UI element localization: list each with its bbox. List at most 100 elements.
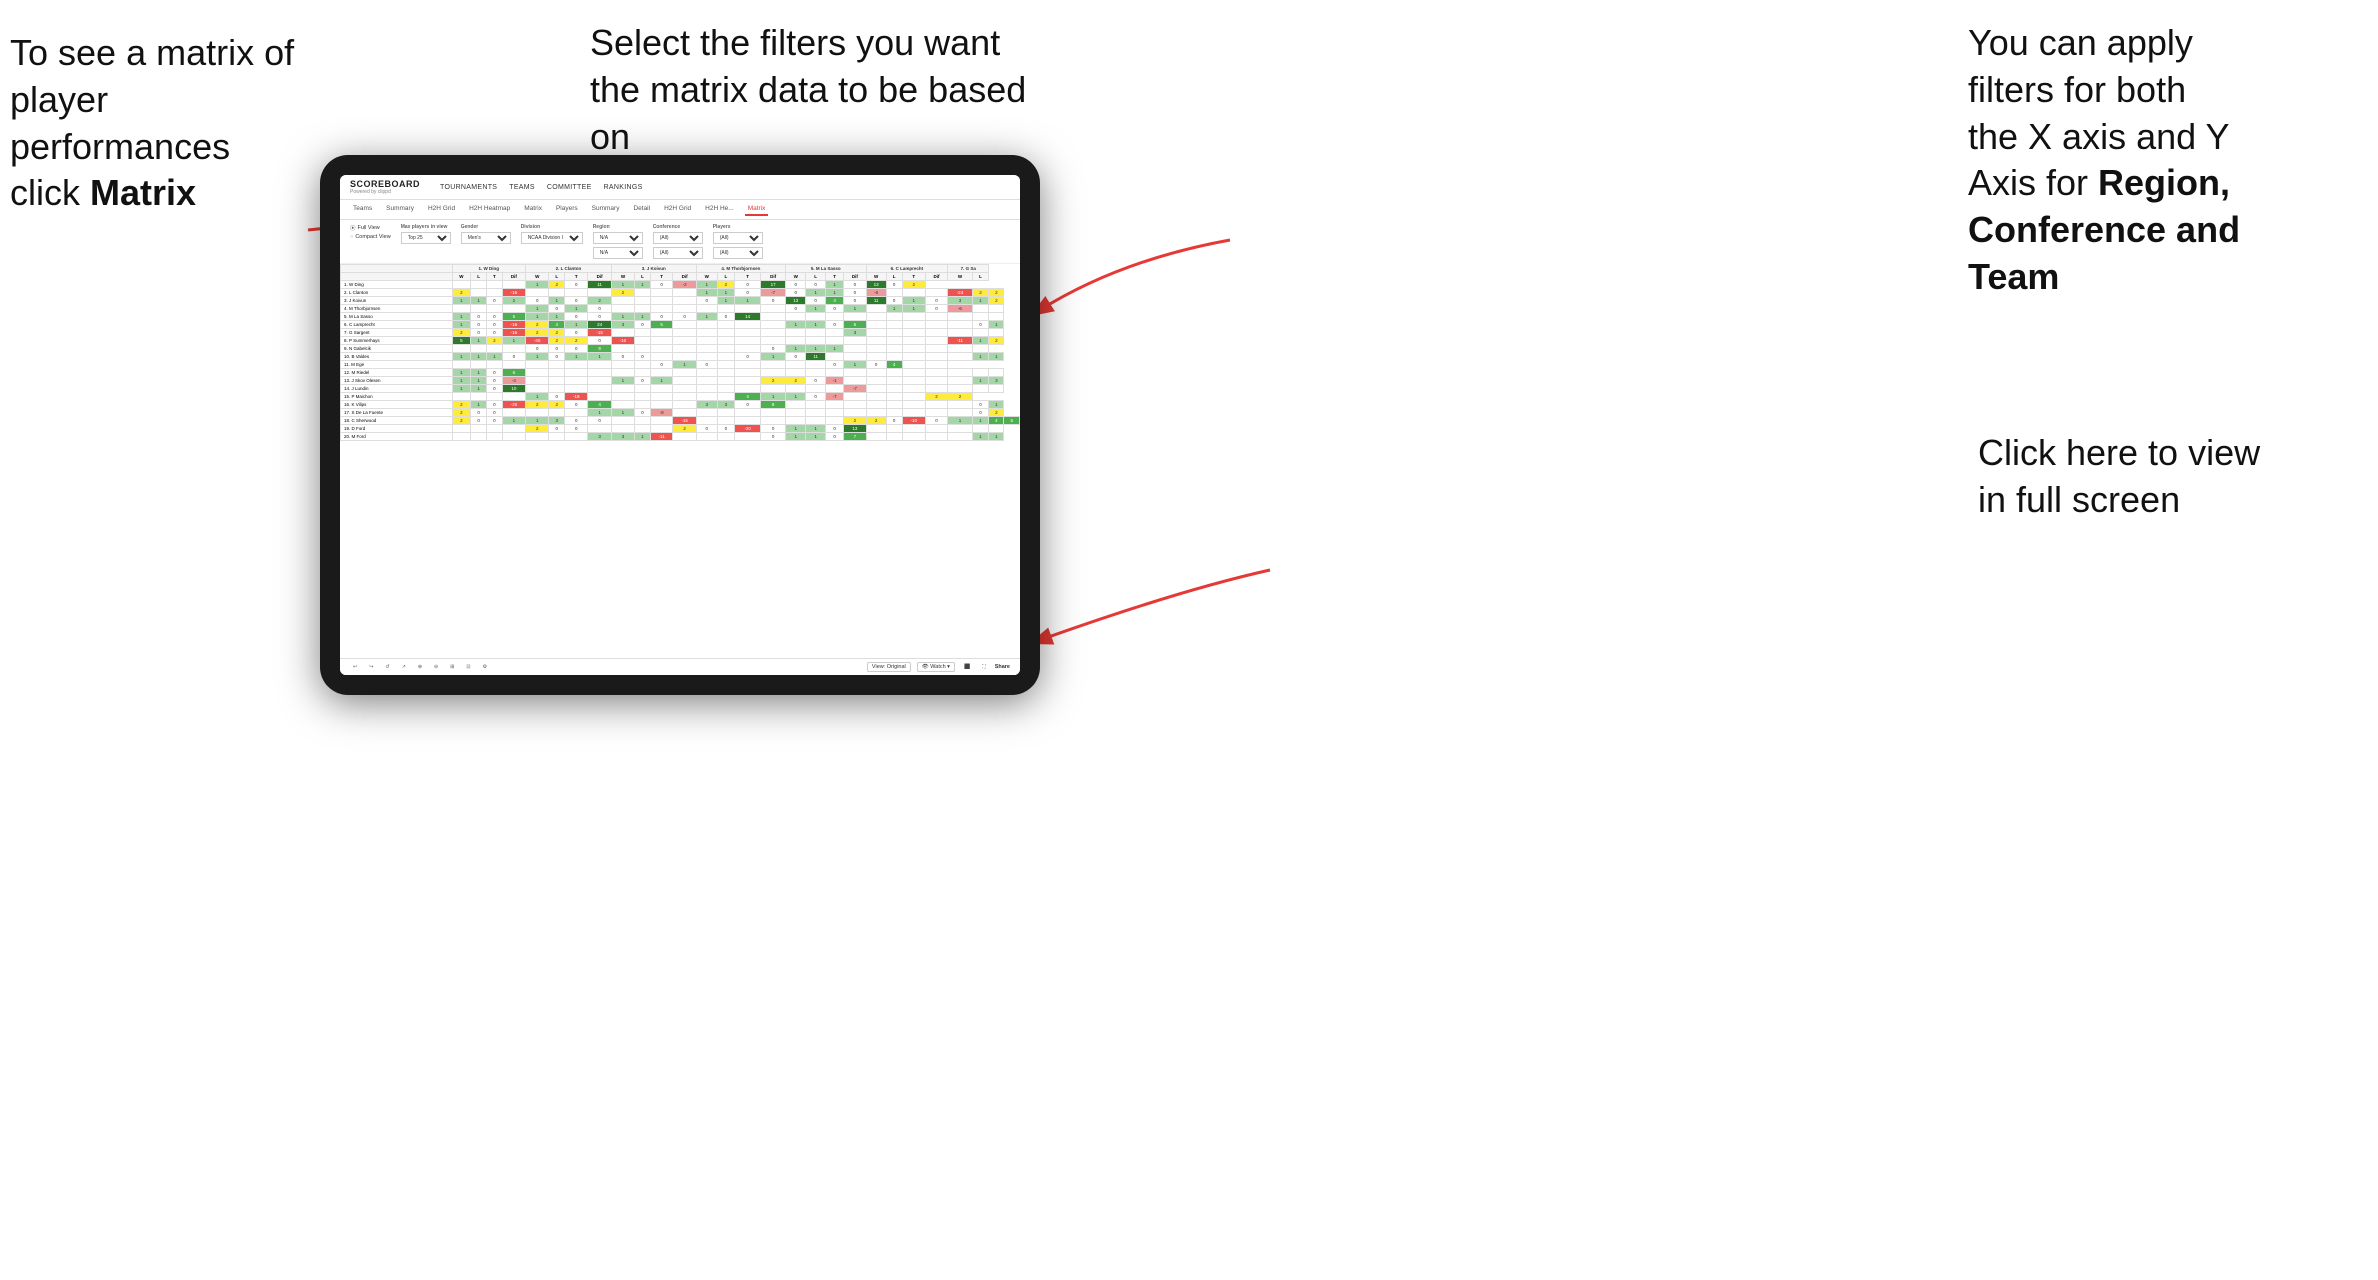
- settings-btn[interactable]: ⚙: [480, 663, 490, 671]
- matrix-cell: [611, 305, 634, 313]
- matrix-cell: [673, 329, 696, 337]
- table-row: 10. B Valdes11101011000101111: [341, 353, 1020, 361]
- matrix-cell: [825, 417, 843, 425]
- matrix-cell: 0: [635, 321, 651, 329]
- matrix-cell: [611, 361, 634, 369]
- zoom-out-btn[interactable]: ⊖: [431, 663, 441, 671]
- matrix-cell: 1: [549, 297, 565, 305]
- matrix-cell: [866, 321, 886, 329]
- matrix-cell: 0: [486, 417, 502, 425]
- fit-btn[interactable]: ⊞: [447, 663, 457, 671]
- view-original-btn[interactable]: View: Original: [867, 662, 911, 672]
- matrix-cell: -25: [502, 401, 525, 409]
- tab-teams[interactable]: Teams: [350, 203, 375, 216]
- table-row: 6. C Lamprecht100-1624124305110601: [341, 321, 1020, 329]
- watch-btn[interactable]: 👁 Watch ▾: [917, 662, 955, 672]
- matrix-cell: 1: [471, 385, 487, 393]
- tab-matrix[interactable]: Matrix: [521, 203, 545, 216]
- matrix-cell: [902, 345, 925, 353]
- tab-matrix-active[interactable]: Matrix: [745, 203, 769, 216]
- matrix-cell: [471, 425, 487, 433]
- matrix-cell: -19: [565, 393, 588, 401]
- matrix-cell: [471, 345, 487, 353]
- wlt-w7: W: [948, 273, 973, 281]
- region-select-1[interactable]: N/A: [593, 232, 643, 244]
- division-select[interactable]: NCAA Division I: [521, 232, 583, 244]
- matrix-cell: 0: [471, 417, 487, 425]
- redo-btn[interactable]: ↪: [366, 663, 376, 671]
- wlt-name-header: [341, 273, 453, 281]
- nav-teams[interactable]: TEAMS: [509, 184, 535, 191]
- matrix-cell: [948, 329, 973, 337]
- compact-view-label[interactable]: Compact View: [355, 234, 390, 240]
- matrix-cell: 13: [866, 281, 886, 289]
- matrix-cell: [925, 385, 947, 393]
- region-select-2[interactable]: N/A: [593, 247, 643, 259]
- nav-tournaments[interactable]: TOURNAMENTS: [440, 184, 497, 191]
- matrix-cell: [673, 409, 696, 417]
- matrix-cell: [635, 425, 651, 433]
- matrix-cell: 0: [761, 433, 786, 441]
- matrix-cell: [902, 361, 925, 369]
- share-btn[interactable]: Share: [995, 664, 1010, 670]
- matrix-cell: 1: [588, 409, 611, 417]
- matrix-cell: 0: [761, 297, 786, 305]
- nav-rankings[interactable]: RANKINGS: [604, 184, 643, 191]
- matrix-cell: 1: [452, 353, 471, 361]
- matrix-cell: [611, 417, 634, 425]
- player-name-cell: 20. M Ford: [341, 433, 453, 441]
- players-select-2[interactable]: (All): [713, 247, 763, 259]
- tab-h2hhe[interactable]: H2H He...: [702, 203, 737, 216]
- conference-select-1[interactable]: (All): [653, 232, 703, 244]
- matrix-cell: [696, 409, 717, 417]
- matrix-cell: [673, 401, 696, 409]
- matrix-cell: 3: [611, 433, 634, 441]
- full-view-label[interactable]: Full View: [358, 225, 380, 231]
- matrix-cell: [806, 361, 826, 369]
- matrix-cell: 1: [786, 433, 806, 441]
- max-players-select[interactable]: Top 25: [401, 232, 451, 244]
- players-select-1[interactable]: (All): [713, 232, 763, 244]
- tab-players-summary[interactable]: Summary: [589, 203, 623, 216]
- matrix-cell: 1: [526, 353, 549, 361]
- matrix-cell: [786, 417, 806, 425]
- fullscreen-btn[interactable]: ⛶: [979, 663, 989, 671]
- matrix-cell: 0: [925, 305, 947, 313]
- matrix-cell: [825, 385, 843, 393]
- tab-detail[interactable]: Detail: [630, 203, 653, 216]
- conference-select-2[interactable]: (All): [653, 247, 703, 259]
- tab-h2h-heatmap[interactable]: H2H Heatmap: [466, 203, 513, 216]
- matrix-cell: [902, 337, 925, 345]
- tab-summary[interactable]: Summary: [383, 203, 417, 216]
- matrix-cell: 0: [611, 353, 634, 361]
- tab-h2h-grid[interactable]: H2H Grid: [425, 203, 458, 216]
- tab-players[interactable]: Players: [553, 203, 581, 216]
- matrix-cell: 0: [526, 345, 549, 353]
- matrix-cell: [825, 401, 843, 409]
- matrix-cell: 1: [825, 281, 843, 289]
- matrix-cell: 0: [565, 281, 588, 289]
- matrix-cell: 0: [650, 281, 673, 289]
- grid-btn[interactable]: ⊡: [463, 663, 473, 671]
- matrix-cell: 2: [972, 289, 989, 297]
- gender-select[interactable]: Men's: [461, 232, 511, 244]
- matrix-cell: 2: [989, 289, 1004, 297]
- undo-btn[interactable]: ↩: [350, 663, 360, 671]
- nav-committee[interactable]: COMMITTEE: [547, 184, 592, 191]
- matrix-cell: 1: [635, 281, 651, 289]
- matrix-cell: 0: [650, 361, 673, 369]
- zoom-in-btn[interactable]: ⊕: [415, 663, 425, 671]
- matrix-cell: [948, 369, 973, 377]
- tab-h2h-grid2[interactable]: H2H Grid: [661, 203, 694, 216]
- refresh-btn[interactable]: ↺: [382, 663, 392, 671]
- table-row: 7. G Sargent200-16220-153: [341, 329, 1020, 337]
- matrix-cell: [673, 353, 696, 361]
- matrix-cell: [806, 313, 826, 321]
- present-btn[interactable]: ⬛: [961, 663, 973, 671]
- wlt-t3: T: [650, 273, 673, 281]
- matrix-cell: [844, 313, 866, 321]
- matrix-cell: 0: [925, 297, 947, 305]
- pointer-btn[interactable]: ↗: [399, 663, 409, 671]
- matrix-cell: 2: [761, 377, 786, 385]
- matrix-cell: [635, 337, 651, 345]
